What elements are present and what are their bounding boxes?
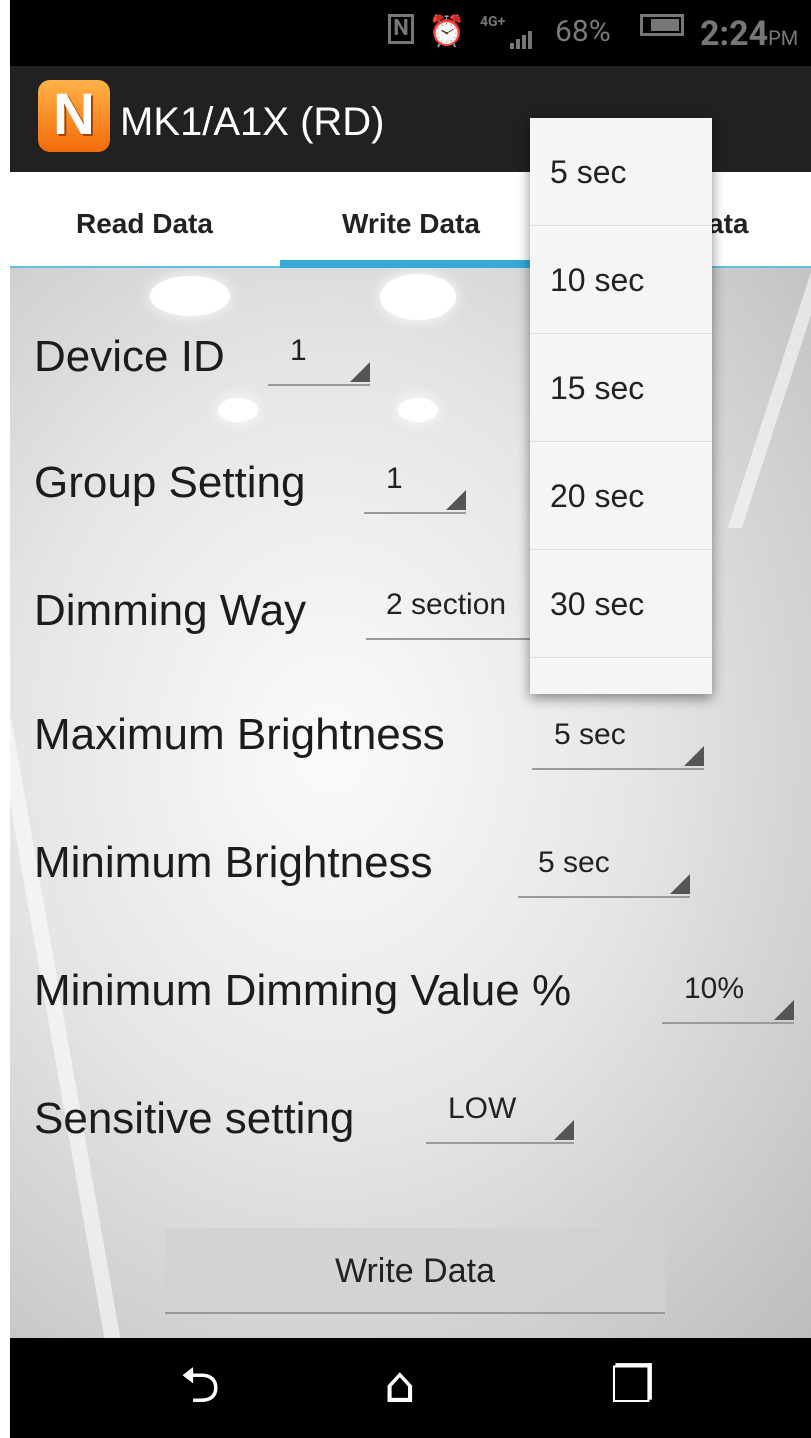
dropdown-arrow-icon — [554, 1120, 574, 1140]
tab-read-data[interactable]: Read Data — [76, 208, 213, 240]
dropdown-option[interactable]: 10 sec — [530, 226, 712, 334]
dropdown-option-label: 15 sec — [550, 370, 645, 406]
clock-time: 2:24 — [700, 14, 769, 54]
device-id-label: Device ID — [34, 332, 225, 381]
min-dimming-spinner[interactable]: 10% — [662, 968, 794, 1024]
group-setting-label: Group Setting — [34, 458, 306, 507]
min-dimming-value: 10% — [684, 972, 745, 1005]
sensitive-spinner[interactable]: LOW — [426, 1088, 574, 1144]
dropdown-option[interactable]: 30 sec — [530, 550, 712, 658]
nfc-icon: N — [388, 14, 414, 44]
dimming-way-value: 2 section — [386, 588, 507, 621]
dropdown-option-label: 20 sec — [550, 478, 645, 514]
min-brightness-label: Minimum Brightness — [34, 838, 433, 887]
ceiling-light — [380, 274, 456, 320]
group-setting-value: 1 — [386, 462, 403, 495]
app-title: MK1/A1X (RD) — [120, 100, 385, 144]
device-id-value: 1 — [290, 334, 307, 367]
max-brightness-spinner[interactable]: 5 sec — [532, 714, 704, 770]
ceiling-light — [150, 276, 230, 316]
back-icon[interactable]: ⮌ — [180, 1360, 220, 1410]
write-data-button[interactable]: Write Data — [165, 1228, 665, 1314]
ceiling-light — [218, 398, 258, 422]
ceiling-light — [398, 398, 438, 422]
background-beam — [727, 268, 811, 528]
dropdown-option[interactable]: 15 sec — [530, 334, 712, 442]
nav-bar: ⮌ ⌂ ❐ — [10, 1338, 811, 1438]
recent-apps-icon[interactable]: ❐ — [610, 1360, 655, 1410]
home-icon[interactable]: ⌂ — [384, 1360, 416, 1410]
dropdown-option-label: 5 sec — [550, 154, 627, 190]
device-id-spinner[interactable]: 1 — [268, 330, 370, 386]
min-brightness-value: 5 sec — [538, 846, 610, 879]
dropdown-option-label: 10 sec — [550, 262, 645, 298]
background-beam — [10, 268, 121, 1338]
dropdown-arrow-icon — [774, 1000, 794, 1020]
sensitive-value: LOW — [448, 1092, 517, 1125]
clock: 2:24PM — [700, 14, 798, 54]
dropdown-option[interactable]: 5 sec — [530, 118, 712, 226]
tab-third[interactable]: ata — [708, 208, 748, 240]
dropdown-option[interactable]: 20 sec — [530, 442, 712, 550]
group-setting-spinner[interactable]: 1 — [364, 458, 466, 514]
min-brightness-spinner[interactable]: 5 sec — [518, 842, 690, 898]
dimming-way-label: Dimming Way — [34, 586, 307, 635]
status-bar: N ⏰ 4G+ 68% 2:24PM — [10, 0, 811, 66]
min-dimming-label: Minimum Dimming Value % — [34, 966, 572, 1015]
tab-indicator — [280, 260, 545, 268]
dropdown-option-partial[interactable] — [530, 658, 712, 694]
dropdown-option-label: 30 sec — [550, 586, 645, 622]
dropdown-arrow-icon — [684, 746, 704, 766]
clock-ampm: PM — [768, 26, 799, 50]
max-brightness-label: Maximum Brightness — [34, 710, 445, 759]
battery-icon — [640, 14, 684, 36]
sensitive-setting-label: Sensitive setting — [34, 1094, 355, 1143]
dropdown-arrow-icon — [350, 362, 370, 382]
alarm-icon: ⏰ — [428, 14, 466, 49]
max-brightness-value: 5 sec — [554, 718, 626, 751]
app-logo: N — [38, 80, 110, 152]
phone-screen: N ⏰ 4G+ 68% 2:24PM N MK1/A1X (RD) Read D… — [10, 0, 811, 1438]
battery-percent: 68% — [555, 14, 611, 49]
dropdown-arrow-icon — [670, 874, 690, 894]
network-type: 4G+ — [480, 14, 506, 30]
signal-icon — [510, 14, 534, 49]
tab-write-data[interactable]: Write Data — [342, 208, 480, 240]
dropdown-arrow-icon — [446, 490, 466, 510]
duration-dropdown: 5 sec 10 sec 15 sec 20 sec 30 sec — [530, 118, 712, 694]
